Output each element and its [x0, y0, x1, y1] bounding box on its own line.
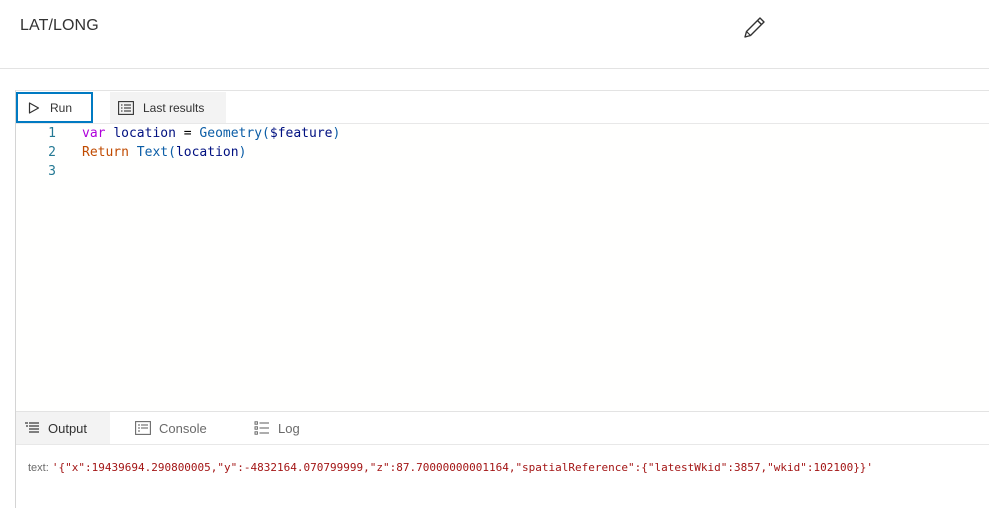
tab-output-label: Output — [48, 420, 88, 436]
output-panel: Output Console Log text: '{"x":19439694.… — [16, 411, 989, 509]
tab-log-label: Log — [278, 420, 300, 436]
line-code: Return Text(location) — [82, 143, 246, 162]
output-tabs: Output Console Log — [16, 412, 989, 445]
last-results-tab[interactable]: Last results — [110, 92, 226, 123]
code-token: ) — [332, 126, 341, 141]
output-body: text: '{"x":19439694.290800005,"y":-4832… — [16, 445, 989, 509]
line-code: var location = Geometry($feature) — [82, 124, 340, 143]
result-value: '{"x":19439694.290800005,"y":-4832164.07… — [51, 461, 874, 474]
tab-output[interactable]: Output — [16, 412, 110, 444]
code-line[interactable]: 2 Return Text(location) — [16, 143, 989, 162]
pencil-icon — [744, 17, 765, 38]
code-token: ( — [262, 126, 270, 141]
code-token: = — [175, 126, 200, 141]
code-token: var — [82, 126, 106, 141]
code-token: location — [113, 126, 176, 141]
line-number: 3 — [48, 164, 56, 179]
results-list-icon — [118, 100, 134, 115]
code-editor[interactable]: 1 var location = Geometry($feature) 2 Retur… — [16, 124, 989, 411]
code-token: Return — [82, 145, 129, 160]
run-button[interactable]: Run — [16, 92, 93, 123]
code-token: ( — [168, 145, 176, 160]
result-key: text: — [28, 462, 49, 474]
arcade-editor-panel: Run Last results 1 var location = Geometr… — [15, 90, 989, 508]
console-icon — [135, 421, 151, 435]
line-number: 2 — [48, 145, 56, 160]
editor-toolbar: Run Last results — [16, 91, 989, 124]
log-list-icon — [254, 421, 269, 435]
tab-console-label: Console — [159, 420, 207, 436]
code-line[interactable]: 3 — [16, 162, 989, 181]
code-line[interactable]: 1 var location = Geometry($feature) — [16, 124, 989, 143]
play-icon — [28, 101, 40, 114]
code-token: location — [175, 145, 239, 160]
code-token: ) — [238, 145, 247, 160]
tab-console[interactable]: Console — [127, 412, 227, 444]
code-token: Geometry — [199, 126, 263, 141]
code-token: Text — [136, 145, 169, 160]
output-result: text: '{"x":19439694.290800005,"y":-4832… — [28, 461, 873, 474]
run-button-label: Run — [50, 100, 73, 115]
code-token: $feature — [269, 126, 333, 141]
output-list-icon — [25, 422, 39, 433]
edit-button[interactable] — [738, 12, 770, 44]
header: LAT/LONG — [0, 0, 989, 69]
tab-log[interactable]: Log — [246, 412, 326, 444]
line-number: 1 — [48, 126, 56, 141]
page-title: LAT/LONG — [20, 17, 99, 34]
last-results-label: Last results — [143, 100, 205, 115]
